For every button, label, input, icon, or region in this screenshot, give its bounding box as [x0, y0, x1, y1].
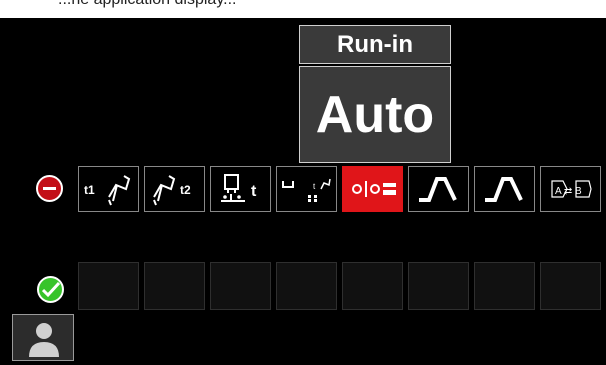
- tile-contact-sensing[interactable]: [342, 166, 403, 212]
- enabled-slot-5[interactable]: [342, 262, 403, 310]
- ramp-up-down-icon-2: [484, 177, 523, 202]
- svg-text:t: t: [313, 182, 316, 191]
- svg-text:A ⇄ B: A ⇄ B: [555, 186, 582, 197]
- tile-ramp-2[interactable]: [474, 166, 535, 212]
- tile-spot-timer[interactable]: t: [210, 166, 271, 212]
- enabled-slot-1[interactable]: [78, 262, 139, 310]
- contact-sensing-icon: [351, 181, 396, 197]
- tile-ramp-1[interactable]: [408, 166, 469, 212]
- a-b-switch-icon: A ⇄ B: [550, 180, 592, 198]
- minus-circle-icon: [36, 175, 63, 202]
- enabled-slot-4[interactable]: [276, 262, 337, 310]
- user-icon: [29, 323, 59, 357]
- tile-a-b-switch[interactable]: A ⇄ B: [540, 166, 601, 212]
- top-caption: ...he application display...: [0, 0, 606, 18]
- tile-crater-fill[interactable]: t: [276, 166, 337, 212]
- enabled-slot-2[interactable]: [144, 262, 205, 310]
- spot-timer-icon: t: [220, 174, 257, 202]
- enabled-slot-7[interactable]: [474, 262, 535, 310]
- t2-postflow-icon: t2: [152, 175, 191, 206]
- run-in-title-text: Run-in: [337, 30, 413, 58]
- user-profile-button[interactable]: [12, 314, 74, 361]
- ramp-up-down-icon-1: [418, 177, 457, 202]
- run-in-value[interactable]: Auto: [299, 66, 451, 163]
- enabled-slot-6[interactable]: [408, 262, 469, 310]
- svg-text:t2: t2: [180, 183, 191, 197]
- check-circle-icon: [37, 276, 64, 303]
- tile-t2-postflow[interactable]: t2: [144, 166, 205, 212]
- top-caption-text: ...he application display...: [58, 0, 236, 9]
- crater-fill-icon: t: [281, 178, 331, 202]
- enabled-slot-8[interactable]: [540, 262, 601, 310]
- enabled-slot-3[interactable]: [210, 262, 271, 310]
- t1-preflow-icon: t1: [84, 175, 130, 206]
- tile-t1-preflow[interactable]: t1: [78, 166, 139, 212]
- run-in-value-text: Auto: [315, 85, 435, 144]
- svg-text:t: t: [251, 183, 257, 200]
- svg-text:t1: t1: [84, 183, 95, 197]
- run-in-title: Run-in: [299, 25, 451, 64]
